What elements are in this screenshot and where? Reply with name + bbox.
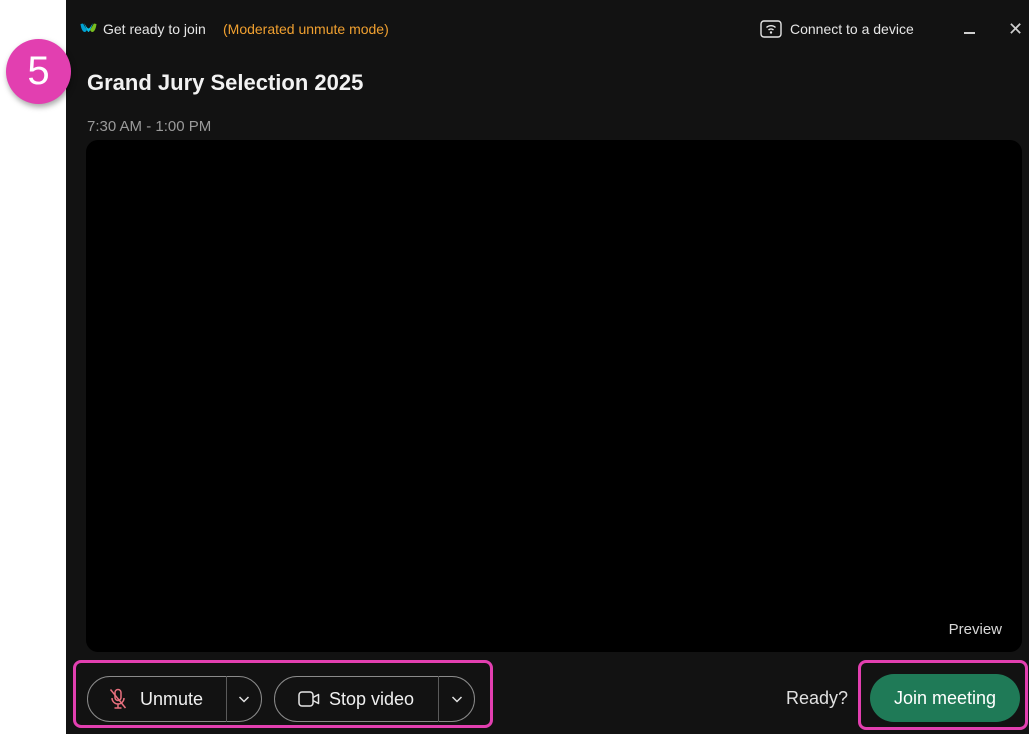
video-preview: Preview: [86, 140, 1022, 652]
title-bar: Get ready to join (Moderated unmute mode…: [66, 0, 1029, 60]
video-options-dropdown[interactable]: [439, 677, 474, 721]
chevron-down-icon: [451, 696, 462, 703]
meeting-time: 7:30 AM - 1:00 PM: [87, 118, 212, 135]
video-camera-icon: [298, 691, 320, 707]
ready-label: Ready?: [786, 688, 849, 708]
window-title: Get ready to join: [103, 21, 206, 37]
device-connect-icon: [760, 20, 782, 38]
unmute-label: Unmute: [140, 688, 204, 709]
join-meeting-button[interactable]: Join meeting: [870, 674, 1020, 722]
unmute-button[interactable]: Unmute: [88, 677, 226, 721]
moderated-mode-label: (Moderated unmute mode): [223, 21, 389, 37]
webex-logo-icon: [80, 23, 97, 32]
stop-video-label: Stop video: [329, 688, 415, 709]
stop-video-button[interactable]: Stop video: [275, 677, 438, 721]
preview-label: Preview: [948, 621, 1002, 638]
connect-to-device-label: Connect to a device: [790, 21, 914, 37]
meeting-join-window: Get ready to join (Moderated unmute mode…: [66, 0, 1029, 734]
minimize-icon[interactable]: [957, 16, 981, 42]
unmute-control: Unmute: [87, 676, 262, 722]
audio-options-dropdown[interactable]: [227, 677, 261, 721]
meeting-title: Grand Jury Selection 2025: [87, 70, 364, 95]
step-number-badge: 5: [6, 39, 71, 104]
chevron-down-icon: [239, 696, 250, 703]
connect-to-device-button[interactable]: Connect to a device: [760, 16, 914, 42]
close-icon[interactable]: ✕: [1008, 16, 1029, 42]
video-control: Stop video: [274, 676, 475, 722]
microphone-muted-icon: [109, 688, 127, 709]
